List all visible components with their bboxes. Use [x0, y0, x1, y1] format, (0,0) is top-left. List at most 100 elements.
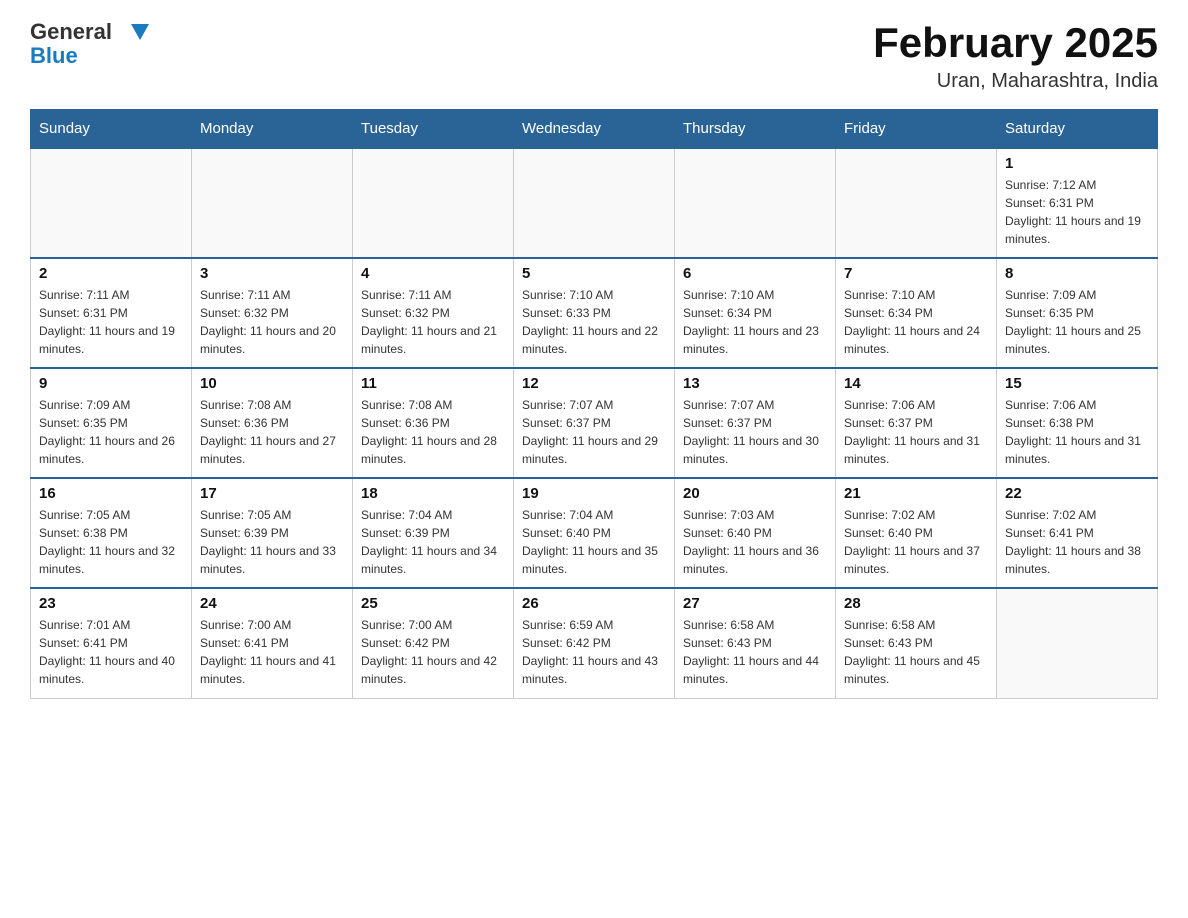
table-row: 2 Sunrise: 7:11 AM Sunset: 6:31 PM Daylig…: [31, 258, 192, 368]
day-number: 14: [844, 375, 988, 392]
day-number: 4: [361, 265, 505, 282]
table-row: 10 Sunrise: 7:08 AM Sunset: 6:36 PM Dayli…: [192, 368, 353, 478]
day-info: Sunrise: 6:58 AM Sunset: 6:43 PM Dayligh…: [683, 616, 827, 688]
day-number: 22: [1005, 485, 1149, 502]
table-row: 27 Sunrise: 6:58 AM Sunset: 6:43 PM Dayli…: [675, 588, 836, 698]
day-info: Sunrise: 7:10 AM Sunset: 6:34 PM Dayligh…: [683, 286, 827, 358]
table-row: [675, 148, 836, 258]
calendar-week-row: 9 Sunrise: 7:09 AM Sunset: 6:35 PM Daylig…: [31, 368, 1158, 478]
calendar-table: Sunday Monday Tuesday Wednesday Thursday…: [30, 109, 1158, 699]
day-number: 13: [683, 375, 827, 392]
day-number: 24: [200, 595, 344, 612]
day-info: Sunrise: 7:00 AM Sunset: 6:42 PM Dayligh…: [361, 616, 505, 688]
page-header: General Blue February 2025 Uran, Maharas…: [30, 20, 1158, 93]
logo: General Blue: [30, 20, 149, 68]
day-number: 2: [39, 265, 183, 282]
day-number: 1: [1005, 155, 1149, 172]
day-number: 3: [200, 265, 344, 282]
day-info: Sunrise: 7:10 AM Sunset: 6:33 PM Dayligh…: [522, 286, 666, 358]
day-info: Sunrise: 7:04 AM Sunset: 6:39 PM Dayligh…: [361, 506, 505, 578]
col-wednesday: Wednesday: [514, 110, 675, 149]
table-row: 12 Sunrise: 7:07 AM Sunset: 6:37 PM Dayli…: [514, 368, 675, 478]
day-info: Sunrise: 7:03 AM Sunset: 6:40 PM Dayligh…: [683, 506, 827, 578]
calendar-week-row: 2 Sunrise: 7:11 AM Sunset: 6:31 PM Daylig…: [31, 258, 1158, 368]
day-number: 10: [200, 375, 344, 392]
day-info: Sunrise: 7:08 AM Sunset: 6:36 PM Dayligh…: [200, 396, 344, 468]
day-info: Sunrise: 7:05 AM Sunset: 6:38 PM Dayligh…: [39, 506, 183, 578]
calendar-week-row: 23 Sunrise: 7:01 AM Sunset: 6:41 PM Dayli…: [31, 588, 1158, 698]
day-info: Sunrise: 7:11 AM Sunset: 6:31 PM Dayligh…: [39, 286, 183, 358]
day-info: Sunrise: 7:07 AM Sunset: 6:37 PM Dayligh…: [522, 396, 666, 468]
day-number: 9: [39, 375, 183, 392]
table-row: 28Sunrise: 6:58 AM Sunset: 6:43 PM Dayli…: [836, 588, 997, 698]
table-row: [514, 148, 675, 258]
day-number: 18: [361, 485, 505, 502]
day-info: Sunrise: 7:06 AM Sunset: 6:37 PM Dayligh…: [844, 396, 988, 468]
day-info: Sunrise: 7:09 AM Sunset: 6:35 PM Dayligh…: [1005, 286, 1149, 358]
day-number: 8: [1005, 265, 1149, 282]
table-row: 16 Sunrise: 7:05 AM Sunset: 6:38 PM Dayli…: [31, 478, 192, 588]
day-info: Sunrise: 7:01 AM Sunset: 6:41 PM Dayligh…: [39, 616, 183, 688]
location-title: Uran, Maharashtra, India: [873, 70, 1158, 93]
table-row: 23 Sunrise: 7:01 AM Sunset: 6:41 PM Dayli…: [31, 588, 192, 698]
table-row: 6 Sunrise: 7:10 AM Sunset: 6:34 PM Daylig…: [675, 258, 836, 368]
table-row: 24 Sunrise: 7:00 AM Sunset: 6:41 PM Dayli…: [192, 588, 353, 698]
day-info: Sunrise: 7:00 AM Sunset: 6:41 PM Dayligh…: [200, 616, 344, 688]
day-number: 6: [683, 265, 827, 282]
logo-blue-text: Blue: [30, 44, 149, 68]
day-number: 20: [683, 485, 827, 502]
col-tuesday: Tuesday: [353, 110, 514, 149]
table-row: [31, 148, 192, 258]
table-row: 5 Sunrise: 7:10 AM Sunset: 6:33 PM Daylig…: [514, 258, 675, 368]
day-number: 21: [844, 485, 988, 502]
col-saturday: Saturday: [997, 110, 1158, 149]
day-info: Sunrise: 7:07 AM Sunset: 6:37 PM Dayligh…: [683, 396, 827, 468]
day-info: Sunrise: 7:12 AM Sunset: 6:31 PM Dayligh…: [1005, 176, 1149, 248]
calendar-week-row: 1 Sunrise: 7:12 AM Sunset: 6:31 PM Daylig…: [31, 148, 1158, 258]
table-row: [353, 148, 514, 258]
table-row: [192, 148, 353, 258]
day-info: Sunrise: 7:08 AM Sunset: 6:36 PM Dayligh…: [361, 396, 505, 468]
day-info: Sunrise: 7:11 AM Sunset: 6:32 PM Dayligh…: [200, 286, 344, 358]
col-monday: Monday: [192, 110, 353, 149]
day-number: 28: [844, 595, 988, 612]
month-title: February 2025: [873, 20, 1158, 66]
day-info: Sunrise: 7:11 AM Sunset: 6:32 PM Dayligh…: [361, 286, 505, 358]
table-row: 3 Sunrise: 7:11 AM Sunset: 6:32 PM Daylig…: [192, 258, 353, 368]
day-info: Sunrise: 7:09 AM Sunset: 6:35 PM Dayligh…: [39, 396, 183, 468]
day-info: Sunrise: 7:06 AM Sunset: 6:38 PM Dayligh…: [1005, 396, 1149, 468]
day-number: 17: [200, 485, 344, 502]
day-number: 27: [683, 595, 827, 612]
table-row: 21Sunrise: 7:02 AM Sunset: 6:40 PM Dayli…: [836, 478, 997, 588]
day-info: Sunrise: 7:10 AM Sunset: 6:34 PM Dayligh…: [844, 286, 988, 358]
day-info: Sunrise: 7:05 AM Sunset: 6:39 PM Dayligh…: [200, 506, 344, 578]
day-number: 23: [39, 595, 183, 612]
day-number: 16: [39, 485, 183, 502]
table-row: [997, 588, 1158, 698]
table-row: 1 Sunrise: 7:12 AM Sunset: 6:31 PM Daylig…: [997, 148, 1158, 258]
day-number: 19: [522, 485, 666, 502]
day-info: Sunrise: 7:04 AM Sunset: 6:40 PM Dayligh…: [522, 506, 666, 578]
table-row: 13 Sunrise: 7:07 AM Sunset: 6:37 PM Dayli…: [675, 368, 836, 478]
table-row: 18 Sunrise: 7:04 AM Sunset: 6:39 PM Dayli…: [353, 478, 514, 588]
table-row: 9 Sunrise: 7:09 AM Sunset: 6:35 PM Daylig…: [31, 368, 192, 478]
calendar-week-row: 16 Sunrise: 7:05 AM Sunset: 6:38 PM Dayli…: [31, 478, 1158, 588]
day-number: 11: [361, 375, 505, 392]
calendar-header-row: Sunday Monday Tuesday Wednesday Thursday…: [31, 110, 1158, 149]
col-sunday: Sunday: [31, 110, 192, 149]
logo-triangle-icon: [131, 24, 149, 42]
day-number: 5: [522, 265, 666, 282]
day-info: Sunrise: 6:59 AM Sunset: 6:42 PM Dayligh…: [522, 616, 666, 688]
day-info: Sunrise: 7:02 AM Sunset: 6:41 PM Dayligh…: [1005, 506, 1149, 578]
table-row: 8 Sunrise: 7:09 AM Sunset: 6:35 PM Daylig…: [997, 258, 1158, 368]
day-number: 15: [1005, 375, 1149, 392]
table-row: 4 Sunrise: 7:11 AM Sunset: 6:32 PM Daylig…: [353, 258, 514, 368]
day-number: 25: [361, 595, 505, 612]
day-number: 12: [522, 375, 666, 392]
table-row: 26Sunrise: 6:59 AM Sunset: 6:42 PM Dayli…: [514, 588, 675, 698]
table-row: 25 Sunrise: 7:00 AM Sunset: 6:42 PM Dayli…: [353, 588, 514, 698]
table-row: 17 Sunrise: 7:05 AM Sunset: 6:39 PM Dayli…: [192, 478, 353, 588]
table-row: 19 Sunrise: 7:04 AM Sunset: 6:40 PM Dayli…: [514, 478, 675, 588]
table-row: 14 Sunrise: 7:06 AM Sunset: 6:37 PM Dayli…: [836, 368, 997, 478]
day-number: 7: [844, 265, 988, 282]
